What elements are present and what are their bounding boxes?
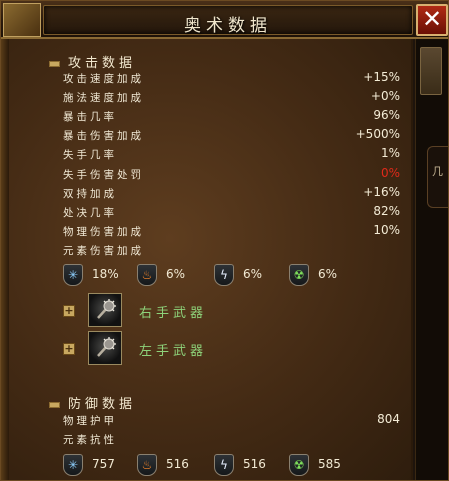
stat-value: 1% (380, 146, 400, 161)
element-value: 585 (318, 457, 341, 471)
stat-row: 物理护甲 804 (63, 412, 403, 430)
poison-icon: ☢ (289, 454, 309, 476)
lightning-icon-glyph: ϟ (220, 458, 228, 472)
arcane-stats-window: 奥术数据 ✕ 几 攻击数据 攻击速度加成 +15% 施法速度加成 +0% 暴击几率 96%… (0, 0, 449, 481)
element-value: 516 (166, 457, 189, 471)
element-value: 6% (166, 267, 186, 281)
stat-row: 物理伤害加成 10% (63, 223, 403, 241)
stat-row: 元素抗性 (63, 431, 403, 449)
stat-row: 元素伤害加成 (63, 242, 403, 260)
stat-label: 施法速度加成 (63, 92, 144, 105)
stat-label: 元素抗性 (63, 434, 117, 446)
stat-label: 暴击几率 (63, 111, 117, 124)
title-bar[interactable]: 奥术数据 ✕ (1, 1, 448, 39)
stat-value: +500% (355, 127, 400, 142)
offense-header[interactable]: 攻击数据 (49, 52, 136, 71)
stat-label: 暴击伤害加成 (63, 130, 144, 143)
defense-element-row: ✳ 757 ♨ 516 ϟ 516 ☢ 585 (63, 454, 383, 476)
stat-value: 10% (373, 222, 400, 237)
offense-header-label: 攻击数据 (68, 56, 137, 71)
stat-row: 失手几率 1% (63, 146, 403, 164)
stat-row: 暴击几率 96% (63, 108, 403, 126)
offense-element-row: ✳ 18% ♨ 6% ϟ 6% ☢ 6% (63, 264, 383, 286)
stat-row: 失手伤害处罚 0% (63, 166, 403, 184)
mace-icon (97, 337, 116, 357)
stat-label: 物理伤害加成 (63, 225, 144, 238)
poison-icon-glyph: ☢ (293, 458, 305, 472)
frost-icon: ✳ (63, 264, 83, 286)
stat-row: 双持加成 +16% (63, 185, 403, 203)
stat-label: 失手几率 (63, 149, 117, 162)
stat-value: 0% (380, 165, 400, 180)
element-value: 757 (92, 457, 115, 471)
lightning-icon: ϟ (214, 454, 234, 476)
scroll-thumb[interactable] (420, 47, 442, 95)
corner-ornament (3, 3, 41, 37)
stat-value: +0% (370, 89, 400, 104)
weapon-row: + 左手武器 (63, 331, 263, 367)
element-value: 18% (92, 267, 119, 281)
stat-label: 攻击速度加成 (63, 73, 144, 85)
expand-plus-icon[interactable]: + (63, 343, 75, 355)
fire-icon: ♨ (137, 264, 157, 286)
weapon-label: 左手武器 (139, 344, 208, 359)
poison-icon-glyph: ☢ (293, 268, 305, 282)
stat-value: 96% (373, 108, 400, 123)
stat-row: 施法速度加成 +0% (63, 89, 403, 107)
collapse-icon[interactable] (49, 60, 60, 67)
stat-label: 处决几率 (63, 206, 117, 219)
weapon-slot[interactable] (88, 331, 122, 365)
stat-label: 失手伤害处罚 (63, 168, 144, 181)
element-value: 516 (243, 457, 266, 471)
stat-value: 82% (373, 203, 400, 218)
stat-row: 攻击速度加成 +15% (63, 70, 403, 88)
stat-label: 双持加成 (63, 187, 117, 200)
poison-icon: ☢ (289, 264, 309, 286)
side-tab[interactable]: 几 (427, 146, 448, 208)
fire-icon-glyph: ♨ (141, 268, 153, 282)
stat-value: +16% (363, 184, 400, 199)
stat-row: 处决几率 82% (63, 204, 403, 222)
scrollbar[interactable] (415, 39, 448, 480)
lightning-icon-glyph: ϟ (220, 268, 228, 282)
title-plate: 奥术数据 (43, 5, 413, 36)
lightning-icon: ϟ (214, 264, 234, 286)
mace-icon (97, 299, 116, 319)
stat-value: +15% (363, 70, 400, 84)
stat-label: 元素伤害加成 (63, 244, 144, 257)
weapon-row: + 右手武器 (63, 293, 263, 329)
close-button[interactable]: ✕ (416, 4, 448, 36)
stat-row: 暴击伤害加成 +500% (63, 127, 403, 145)
fire-icon: ♨ (137, 454, 157, 476)
collapse-icon[interactable] (49, 401, 60, 408)
frost-icon-glyph: ✳ (67, 458, 79, 472)
frost-icon-glyph: ✳ (67, 268, 79, 282)
fire-icon-glyph: ♨ (141, 458, 153, 472)
expand-plus-icon[interactable]: + (63, 305, 75, 317)
weapon-label: 右手武器 (139, 306, 208, 321)
weapon-slot[interactable] (88, 293, 122, 327)
left-border (1, 39, 9, 480)
defense-header-label: 防御数据 (68, 397, 137, 412)
window-title: 奥术数据 (184, 16, 272, 36)
element-value: 6% (318, 267, 338, 281)
stat-value: 804 (377, 412, 400, 426)
frost-icon: ✳ (63, 454, 83, 476)
element-value: 6% (243, 267, 263, 281)
stat-label: 物理护甲 (63, 415, 117, 427)
defense-header[interactable]: 防御数据 (49, 393, 136, 412)
